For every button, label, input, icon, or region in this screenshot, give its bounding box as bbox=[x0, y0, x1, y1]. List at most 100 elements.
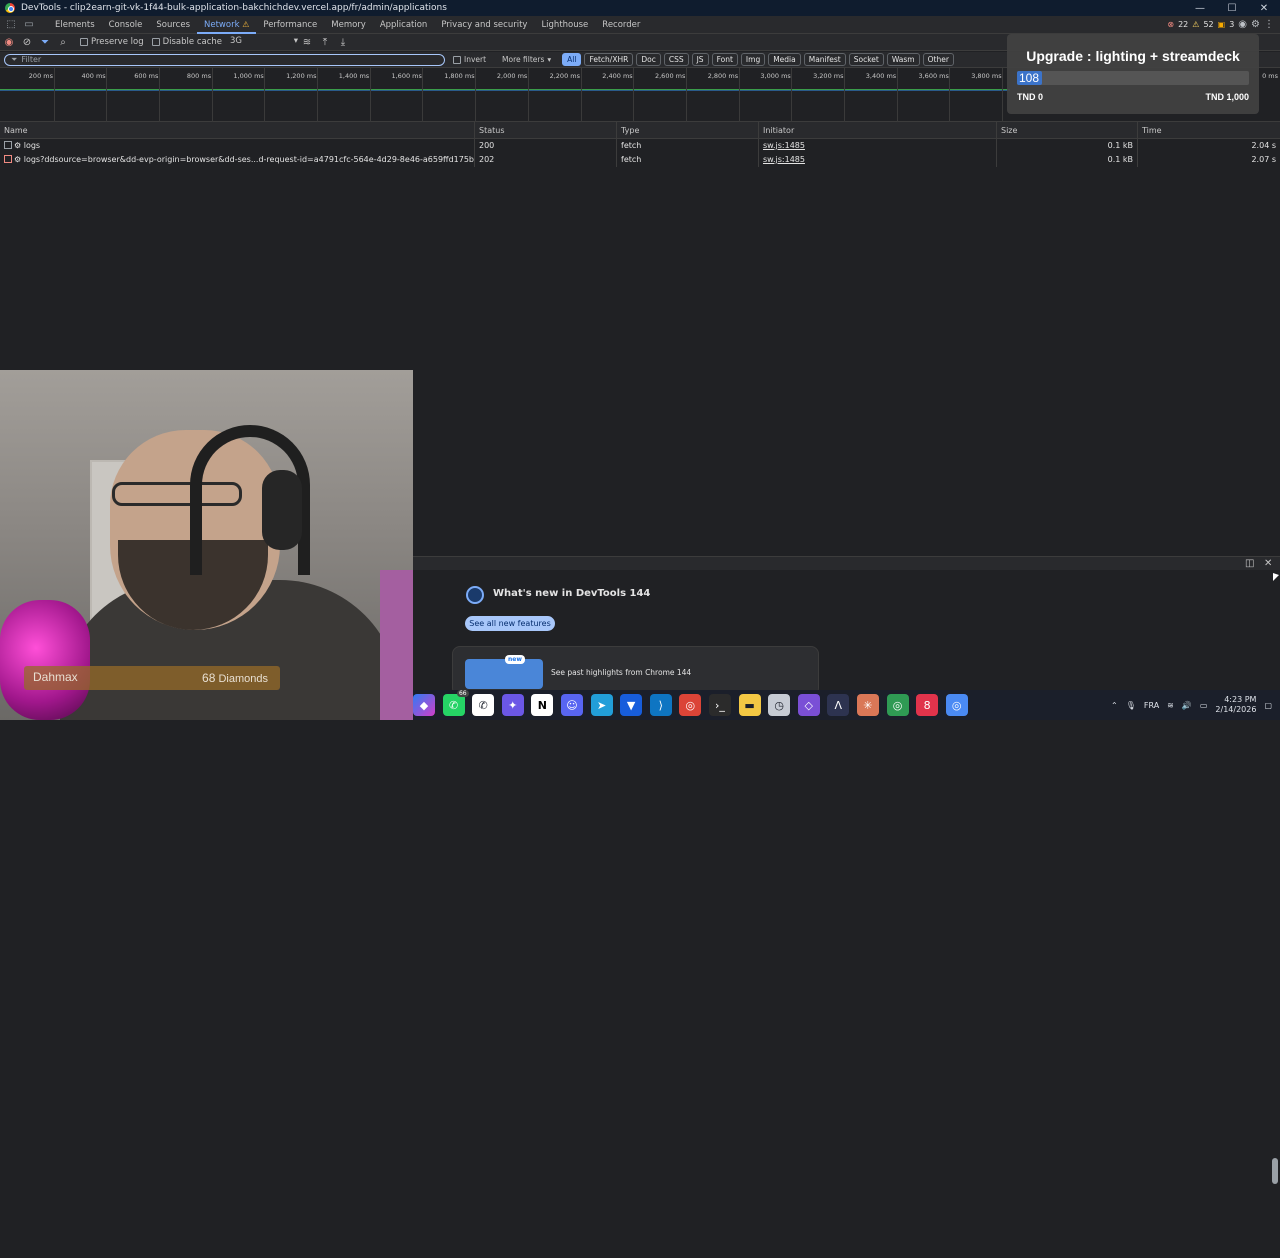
chrome-active-icon[interactable]: ◎ bbox=[945, 694, 968, 716]
close-button[interactable]: ✕ bbox=[1248, 3, 1280, 14]
filter-chip-manifest[interactable]: Manifest bbox=[803, 53, 846, 66]
tab-performance[interactable]: Performance bbox=[256, 16, 324, 34]
wifi-icon[interactable]: ≋ bbox=[1167, 701, 1174, 710]
claude-icon[interactable]: ✳ bbox=[856, 694, 879, 716]
filter-chip-img[interactable]: Img bbox=[740, 53, 766, 66]
dock-icon[interactable]: ◫ bbox=[1245, 558, 1254, 569]
chrome-icon[interactable]: ◎ bbox=[679, 694, 702, 716]
tab-network[interactable]: Network ⚠ bbox=[197, 16, 257, 34]
filter-input[interactable]: ⏷ Filter bbox=[4, 53, 445, 66]
table-body: ⚙ logs 200 fetch sw.js:1485 0.1 kB 2.04 s ⚙ lo… bbox=[0, 139, 1280, 167]
throttle-select[interactable]: 3G ▾ bbox=[230, 36, 298, 48]
devtools-logo-icon bbox=[466, 586, 484, 604]
cell-initiator-text: sw.js:1485 bbox=[763, 155, 805, 164]
table-row[interactable]: ⚙ logs?ddsource=browser&dd-evp-origin=br… bbox=[0, 153, 1280, 167]
whatsapp-icon[interactable]: ✆ 66 bbox=[442, 690, 469, 716]
col-initiator[interactable]: Initiator bbox=[759, 122, 997, 138]
discord-icon[interactable]: ☺ bbox=[560, 694, 583, 716]
notification-icon[interactable]: ▢ bbox=[1264, 701, 1272, 710]
filter-chip-fetch-xhr[interactable]: Fetch/XHR bbox=[584, 53, 634, 66]
filter-icon[interactable]: ⏷ bbox=[36, 37, 54, 48]
tab-sources[interactable]: Sources bbox=[149, 16, 197, 34]
col-type[interactable]: Type bbox=[617, 122, 759, 138]
issue-badges[interactable]: ⊗ 22 ⚠ 52 ▣ 3 ◉ ⚙ ⋮ bbox=[1167, 19, 1274, 30]
vscode-icon[interactable]: ⟩ bbox=[649, 694, 672, 716]
tab-recorder[interactable]: Recorder bbox=[595, 16, 647, 34]
media-icon[interactable]: ◷ bbox=[768, 694, 791, 716]
more-filters-dropdown[interactable]: More filters ▾ bbox=[502, 55, 551, 64]
gear-icon[interactable]: ⚙ bbox=[1251, 19, 1260, 30]
filter-chip-media[interactable]: Media bbox=[768, 53, 801, 66]
record-icon[interactable]: ◉ bbox=[0, 37, 18, 48]
arc-icon[interactable]: Λ bbox=[827, 694, 850, 716]
filter-chip-wasm[interactable]: Wasm bbox=[886, 53, 920, 66]
col-time[interactable]: Time bbox=[1138, 122, 1280, 138]
import-icon[interactable]: ⤒ bbox=[316, 37, 334, 48]
copilot-icon[interactable]: ◆ bbox=[413, 694, 435, 716]
timeline-end-tick: 0 ms bbox=[1262, 72, 1278, 80]
clock-time: 4:23 PM bbox=[1224, 695, 1257, 704]
notion-icon[interactable]: N bbox=[531, 694, 554, 716]
filter-chip-css[interactable]: CSS bbox=[663, 53, 689, 66]
minimize-button[interactable]: — bbox=[1184, 3, 1216, 14]
terminal-icon[interactable]: ›_ bbox=[708, 694, 731, 716]
scrollbar-thumb[interactable] bbox=[1272, 1158, 1278, 1184]
col-size[interactable]: Size bbox=[997, 122, 1138, 138]
whatsapp-alt-icon[interactable]: ✆ bbox=[472, 694, 495, 716]
clear-icon[interactable]: ⊘ bbox=[18, 37, 36, 48]
obsidian-icon[interactable]: ◇ bbox=[797, 694, 820, 716]
app-star-icon[interactable]: ✦ bbox=[501, 694, 524, 716]
language-indicator[interactable]: FRA bbox=[1144, 701, 1159, 710]
wifi-icon[interactable]: ≋ bbox=[298, 37, 316, 48]
mic-icon[interactable]: 🎙 bbox=[1126, 701, 1136, 710]
drawer-scrollbar[interactable] bbox=[1271, 1148, 1279, 1258]
filter-chip-font[interactable]: Font bbox=[711, 53, 738, 66]
clock[interactable]: 4:23 PM 2/14/2026 bbox=[1215, 695, 1256, 715]
info-icon: ▣ bbox=[1217, 20, 1226, 29]
chrome-dev-icon[interactable]: ◎ bbox=[886, 694, 909, 716]
goal-title: Upgrade : lighting + streamdeck bbox=[1026, 48, 1240, 64]
ai-assist-icon[interactable]: ◉ bbox=[1238, 19, 1247, 30]
invert-checkbox[interactable]: Invert bbox=[453, 55, 486, 64]
cell-time: 2.04 s bbox=[1138, 139, 1280, 153]
search-icon[interactable]: ⌕ bbox=[54, 37, 72, 48]
inspect-icon[interactable]: ⬚ bbox=[4, 18, 18, 32]
see-all-features-button[interactable]: See all new features bbox=[465, 616, 555, 631]
app-red-icon[interactable]: 8 bbox=[916, 694, 939, 716]
telegram-icon[interactable]: ➤ bbox=[590, 694, 613, 716]
cell-initiator[interactable]: sw.js:1485 bbox=[759, 139, 997, 153]
table-row[interactable]: ⚙ logs 200 fetch sw.js:1485 0.1 kB 2.04 s bbox=[0, 139, 1280, 153]
close-icon[interactable]: ✕ bbox=[1264, 558, 1272, 569]
col-name[interactable]: Name bbox=[0, 122, 475, 138]
preserve-log-checkbox[interactable]: Preserve log bbox=[80, 37, 144, 47]
volume-icon[interactable]: 🔊 bbox=[1182, 701, 1192, 710]
filter-chip-other[interactable]: Other bbox=[922, 53, 954, 66]
filter-chip-doc[interactable]: Doc bbox=[636, 53, 661, 66]
filter-chip-socket[interactable]: Socket bbox=[848, 53, 884, 66]
more-menu-icon[interactable]: ⋮ bbox=[1264, 19, 1274, 30]
folder-icon[interactable]: ▬ bbox=[738, 694, 761, 716]
chevron-up-icon[interactable]: ⌃ bbox=[1111, 701, 1118, 710]
disable-cache-checkbox[interactable]: Disable cache bbox=[151, 37, 222, 47]
battery-icon[interactable]: ▭ bbox=[1200, 701, 1208, 710]
tab-privacy[interactable]: Privacy and security bbox=[434, 16, 534, 34]
filter-chip-all[interactable]: All bbox=[562, 53, 582, 66]
tab-memory[interactable]: Memory bbox=[324, 16, 373, 34]
export-icon[interactable]: ⤓ bbox=[334, 37, 352, 48]
tab-console[interactable]: Console bbox=[102, 16, 150, 34]
tab-elements[interactable]: Elements bbox=[48, 16, 102, 34]
timeline-gridline bbox=[422, 68, 424, 122]
error-count: 22 bbox=[1178, 20, 1189, 29]
tab-lighthouse[interactable]: Lighthouse bbox=[534, 16, 595, 34]
device-toggle-icon[interactable]: ▭ bbox=[22, 18, 36, 32]
filter-placeholder: Filter bbox=[21, 55, 42, 64]
cell-initiator[interactable]: sw.js:1485 bbox=[759, 153, 997, 167]
filter-chip-js[interactable]: JS bbox=[691, 53, 709, 66]
system-tray: ⌃ 🎙 FRA ≋ 🔊 ▭ 4:23 PM 2/14/2026 ▢ bbox=[1111, 695, 1280, 715]
highlights-card[interactable]: new See past highlights from Chrome 144 bbox=[452, 646, 819, 696]
cell-initiator-text: sw.js:1485 bbox=[763, 141, 805, 150]
bitwarden-icon[interactable]: ▼ bbox=[620, 694, 643, 716]
tab-application[interactable]: Application bbox=[373, 16, 435, 34]
maximize-button[interactable]: ☐ bbox=[1216, 3, 1248, 14]
col-status[interactable]: Status bbox=[475, 122, 617, 138]
